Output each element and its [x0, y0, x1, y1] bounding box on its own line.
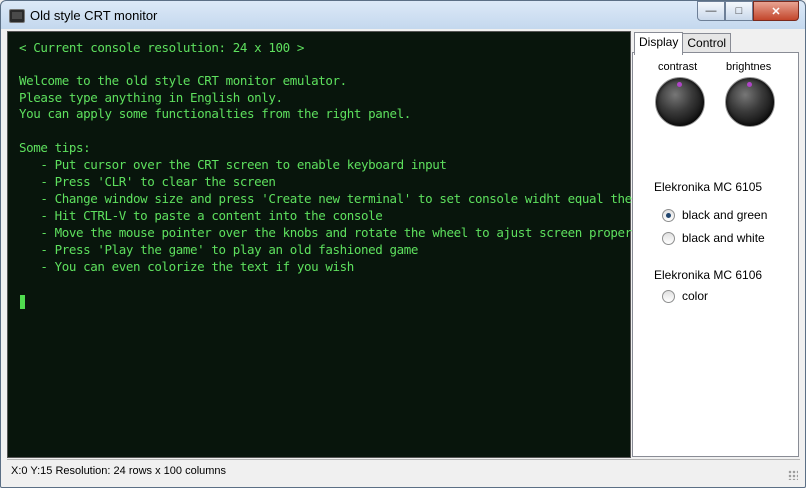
knob-indicator-icon — [747, 82, 752, 87]
console-line: - Press 'Play the game' to play an old f… — [19, 242, 419, 257]
radio-black-and-green[interactable]: black and green — [662, 208, 767, 222]
console-line: - Change window size and press 'Create n… — [19, 191, 682, 206]
group-mc6106-title: Elekronika MC 6106 — [654, 268, 763, 282]
radio-label: color — [682, 289, 709, 303]
console-line: - Hit CTRL-V to paste a content into the… — [19, 208, 383, 223]
resize-grip-icon[interactable] — [788, 470, 798, 480]
tab-control[interactable]: Control — [682, 33, 732, 53]
app-window: Old style CRT monitor — □ ✕ < Current co… — [0, 0, 806, 488]
tab-display[interactable]: Display — [634, 32, 684, 55]
group-mc6105-title: Elekronika MC 6105 — [654, 180, 763, 194]
close-button[interactable]: ✕ — [753, 1, 799, 21]
brightness-label: brightnes — [726, 61, 772, 73]
console-line: Please type anything in English only. — [19, 90, 283, 105]
radio-checked-icon — [662, 208, 675, 222]
title-bar[interactable]: Old style CRT monitor — □ ✕ — [1, 1, 805, 31]
radio-black-and-white[interactable]: black and white — [662, 231, 765, 245]
radio-color[interactable]: color — [662, 289, 708, 303]
brightness-knob[interactable] — [725, 77, 775, 127]
contrast-knob[interactable] — [655, 77, 705, 127]
radio-unchecked-icon — [662, 289, 675, 303]
console-line: - Move the mouse pointer over the knobs … — [19, 225, 661, 240]
window-title: Old style CRT monitor — [30, 8, 158, 23]
console-line: < Current console resolution: 24 x 100 > — [19, 40, 305, 55]
minimize-button[interactable]: — — [697, 1, 725, 21]
contrast-label: contrast — [658, 61, 698, 73]
console-line: - Put cursor over the CRT screen to enab… — [19, 157, 447, 172]
console-line: You can apply some functionalties from t… — [19, 106, 411, 121]
knob-indicator-icon — [677, 82, 682, 87]
console-line: Some tips: — [19, 140, 91, 155]
crt-screen[interactable]: < Current console resolution: 24 x 100 >… — [7, 31, 682, 458]
monitor-icon — [9, 9, 25, 23]
client-area: < Current console resolution: 24 x 100 >… — [7, 31, 800, 458]
maximize-button[interactable]: □ — [725, 1, 753, 21]
console-line: - You can even colorize the text if you … — [19, 259, 354, 274]
status-text: X:0 Y:15 Resolution: 24 rows x 100 colum… — [11, 465, 227, 477]
display-tab-page: contrast brightnes Elekronika MC 6105 bl… — [632, 52, 799, 457]
console-line: Welcome to the old style CRT monitor emu… — [19, 73, 347, 88]
right-panel: Display Control contrast brightnes Elekr… — [632, 31, 800, 458]
text-cursor — [20, 295, 25, 309]
radio-label: black and white — [682, 231, 765, 245]
radio-label: black and green — [682, 208, 768, 222]
status-bar: X:0 Y:15 Resolution: 24 rows x 100 colum… — [7, 459, 800, 482]
tab-strip: Display Control — [634, 32, 732, 55]
console-line: - Press 'CLR' to clear the screen — [19, 174, 276, 189]
window-controls: — □ ✕ — [697, 1, 799, 21]
radio-unchecked-icon — [662, 231, 675, 245]
